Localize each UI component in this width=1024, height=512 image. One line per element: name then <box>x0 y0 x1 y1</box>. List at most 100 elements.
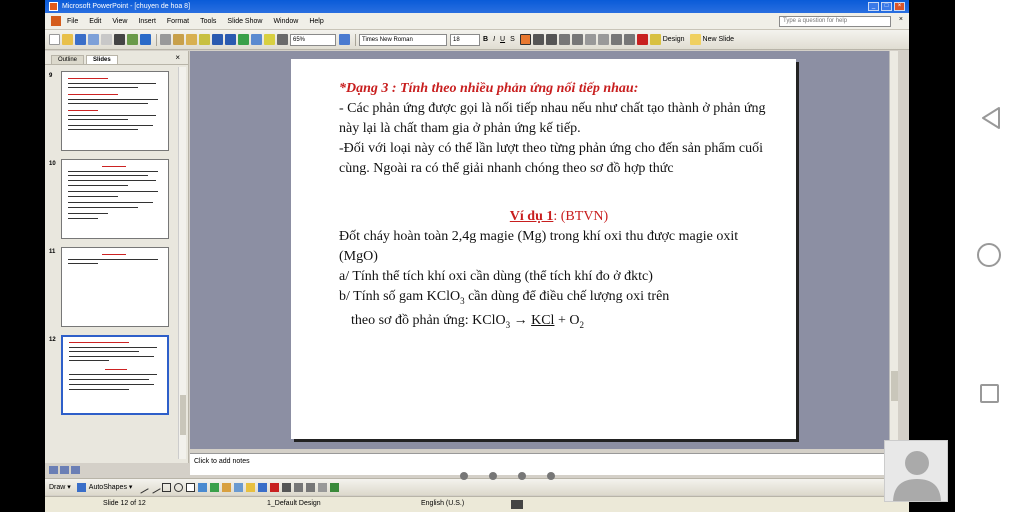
increase-font-icon[interactable] <box>584 34 596 45</box>
decrease-font-icon[interactable] <box>597 34 609 45</box>
user-avatar[interactable] <box>884 440 948 502</box>
clipart-icon[interactable] <box>222 482 232 492</box>
minimize-button[interactable]: _ <box>868 2 879 11</box>
textbox-icon[interactable] <box>186 482 196 492</box>
expand-all-icon[interactable] <box>264 34 275 45</box>
numbering-icon[interactable] <box>558 34 570 45</box>
spelling-icon[interactable] <box>140 34 151 45</box>
help-search-input[interactable]: Type a question for help <box>779 16 891 27</box>
oval-icon[interactable] <box>174 482 184 492</box>
back-icon[interactable] <box>980 106 1002 130</box>
draw-menu[interactable]: Draw ▾ <box>49 483 71 491</box>
line-icon[interactable] <box>136 480 150 494</box>
insert-chart-icon[interactable] <box>238 34 249 45</box>
show-formatting-icon[interactable] <box>277 34 288 45</box>
email-icon[interactable] <box>101 34 112 45</box>
new-slide-button[interactable]: New Slide <box>703 36 735 43</box>
format-painter-icon[interactable] <box>199 34 210 45</box>
normal-view-icon[interactable] <box>49 466 58 474</box>
menu-edit[interactable]: Edit <box>89 18 101 25</box>
3d-style-icon[interactable] <box>330 482 340 492</box>
redo-icon[interactable] <box>225 34 236 45</box>
insert-table-icon[interactable] <box>251 34 262 45</box>
menu-file[interactable]: File <box>67 18 78 25</box>
slide-sorter-icon[interactable] <box>60 466 69 474</box>
slide-thumbnail-row[interactable]: 11 <box>45 247 177 331</box>
tab-slides[interactable]: Slides <box>86 55 118 64</box>
page-dot[interactable] <box>518 472 526 480</box>
line-style-icon[interactable] <box>282 482 292 492</box>
font-color-icon[interactable] <box>636 34 648 45</box>
document-icon[interactable] <box>51 16 61 26</box>
autoshapes-menu[interactable]: AutoShapes ▾ <box>89 483 133 491</box>
slide-thumbnail[interactable] <box>61 71 169 151</box>
design-icon[interactable] <box>649 34 661 45</box>
bullets-icon[interactable] <box>571 34 583 45</box>
cut-icon[interactable] <box>160 34 171 45</box>
permission-icon[interactable] <box>88 34 99 45</box>
menu-help[interactable]: Help <box>309 18 323 25</box>
paste-icon[interactable] <box>186 34 197 45</box>
undo-icon[interactable] <box>212 34 223 45</box>
home-icon[interactable] <box>977 243 1001 267</box>
select-objects-icon[interactable] <box>76 482 86 492</box>
design-button[interactable]: Design <box>663 36 685 43</box>
menu-view[interactable]: View <box>112 18 127 25</box>
shadow-style-icon[interactable] <box>318 482 328 492</box>
slide-thumbnail-row[interactable]: 12 <box>45 335 177 419</box>
menu-slide-show[interactable]: Slide Show <box>227 18 262 25</box>
slide-thumbnail-row[interactable]: 9 <box>45 71 177 155</box>
decrease-indent-icon[interactable] <box>610 34 622 45</box>
close-button[interactable]: × <box>894 2 905 11</box>
help-icon[interactable] <box>339 34 350 45</box>
shadow-button[interactable]: S <box>510 36 515 43</box>
align-center-icon[interactable] <box>532 34 544 45</box>
italic-button[interactable]: I <box>493 36 495 43</box>
zoom-select[interactable]: 65% <box>290 33 336 46</box>
print-icon[interactable] <box>114 34 125 45</box>
menu-format[interactable]: Format <box>167 18 189 25</box>
save-icon[interactable] <box>75 34 86 45</box>
align-left-icon[interactable] <box>519 34 531 45</box>
slide-scroll-thumb[interactable] <box>891 371 898 401</box>
open-icon[interactable] <box>62 34 73 45</box>
menu-insert[interactable]: Insert <box>138 18 156 25</box>
menu-tools[interactable]: Tools <box>200 18 216 25</box>
panel-scrollbar[interactable] <box>178 67 186 459</box>
copy-icon[interactable] <box>173 34 184 45</box>
slide-canvas[interactable]: *Dạng 3 : Tính theo nhiều phản ứng nối t… <box>291 59 796 439</box>
slideshow-icon[interactable] <box>71 466 80 474</box>
bold-button[interactable]: B <box>483 36 488 43</box>
slide-textbox[interactable]: *Dạng 3 : Tính theo nhiều phản ứng nối t… <box>339 79 779 335</box>
arrow-style-icon[interactable] <box>306 482 316 492</box>
page-dot[interactable] <box>547 472 555 480</box>
font-size-select[interactable]: 18 <box>450 33 480 46</box>
close-panel-icon[interactable]: × <box>175 53 180 62</box>
font-select[interactable]: Times New Roman <box>359 33 447 46</box>
dash-style-icon[interactable] <box>294 482 304 492</box>
rectangle-icon[interactable] <box>162 482 172 492</box>
page-dot[interactable] <box>460 472 468 480</box>
font-color-draw-icon[interactable] <box>270 482 280 492</box>
page-dot[interactable] <box>489 472 497 480</box>
slide-thumbnail-selected[interactable] <box>61 335 169 415</box>
panel-scroll-thumb[interactable] <box>180 395 186 435</box>
recent-apps-icon[interactable] <box>980 384 999 403</box>
slide-scrollbar[interactable] <box>889 51 898 449</box>
close-document-icon[interactable]: × <box>899 16 903 23</box>
slide-thumbnail[interactable] <box>61 247 169 327</box>
increase-indent-icon[interactable] <box>623 34 635 45</box>
new-icon[interactable] <box>49 34 60 45</box>
preview-icon[interactable] <box>127 34 138 45</box>
wordart-icon[interactable] <box>198 482 208 492</box>
underline-button[interactable]: U <box>500 36 505 43</box>
line-color-icon[interactable] <box>258 482 268 492</box>
align-right-icon[interactable] <box>545 34 557 45</box>
slide-thumbnail[interactable] <box>61 159 169 239</box>
arrow-icon[interactable] <box>148 480 162 494</box>
picture-icon[interactable] <box>234 482 244 492</box>
slide-thumbnail-row[interactable]: 10 <box>45 159 177 243</box>
tab-outline[interactable]: Outline <box>51 55 85 64</box>
menu-window[interactable]: Window <box>273 18 298 25</box>
new-slide-icon[interactable] <box>689 34 701 45</box>
